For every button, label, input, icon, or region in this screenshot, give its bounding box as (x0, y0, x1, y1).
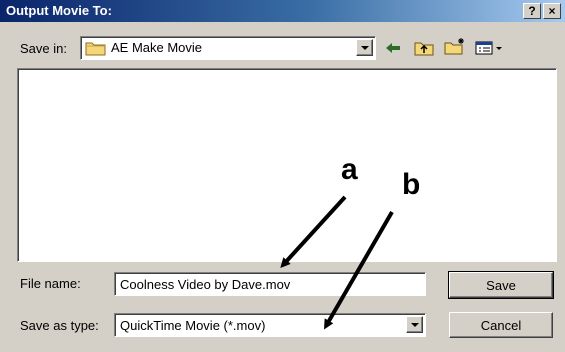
annotation-label-a: a (341, 153, 358, 186)
annotation-arrows (280, 195, 394, 330)
arrow-b (323, 210, 394, 330)
annotation-label-b: b (402, 168, 421, 201)
arrow-a (280, 195, 347, 268)
